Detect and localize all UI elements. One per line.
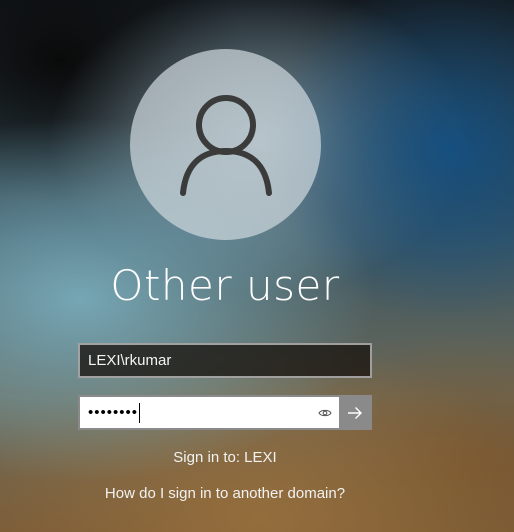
- submit-button[interactable]: [339, 397, 370, 428]
- eye-icon: [318, 409, 332, 416]
- password-input[interactable]: ••••••••: [80, 397, 311, 428]
- sign-in-domain-label: Sign in to: LEXI: [173, 449, 277, 466]
- password-field[interactable]: ••••••••: [78, 395, 372, 430]
- user-avatar: [130, 49, 321, 240]
- other-domain-help-link[interactable]: How do I sign in to another domain?: [0, 485, 450, 502]
- username-field[interactable]: LEXI\rkumar: [78, 343, 372, 378]
- arrow-right-icon: [347, 406, 362, 419]
- page-title: Other user: [110, 261, 340, 310]
- password-masked-value: ••••••••: [88, 404, 139, 421]
- reveal-password-button[interactable]: [311, 397, 339, 428]
- text-caret: [139, 402, 141, 423]
- user-icon: [180, 95, 272, 196]
